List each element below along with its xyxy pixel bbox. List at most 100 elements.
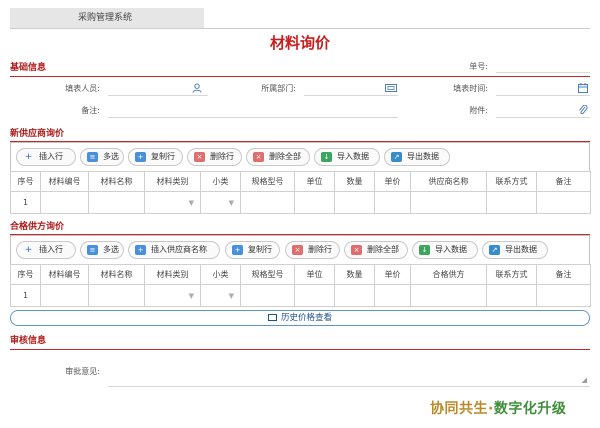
- table-row: 1 ▼ ▼: [10, 191, 591, 214]
- table-cell[interactable]: [410, 191, 487, 214]
- insert-supplier-icon: +: [135, 245, 146, 255]
- export-icon: ↗: [489, 245, 500, 255]
- delete-all-button[interactable]: × 删除全部: [344, 241, 408, 259]
- row-index: 1: [10, 284, 41, 307]
- column-header: 规格型号: [240, 171, 295, 192]
- column-header: 供应商名称: [410, 171, 487, 192]
- multi-select-button[interactable]: ≡ 多选: [80, 148, 124, 166]
- section-title-new-supplier: 新供应商询价: [10, 129, 65, 139]
- org-icon[interactable]: [385, 83, 397, 96]
- insert-row-button[interactable]: + 插入行: [16, 241, 76, 259]
- delete-all-button[interactable]: × 删除全部: [246, 148, 310, 166]
- category-select[interactable]: ▼: [144, 191, 201, 214]
- table-cell[interactable]: [410, 284, 487, 307]
- subcategory-select[interactable]: ▼: [200, 284, 241, 307]
- table-cell[interactable]: [240, 191, 295, 214]
- fill-time-field[interactable]: [496, 95, 590, 96]
- column-header: 材料类别: [144, 264, 201, 285]
- copy-row-button[interactable]: + 复制行: [225, 241, 280, 259]
- table-cell[interactable]: [536, 284, 591, 307]
- table-icon: [267, 314, 277, 321]
- section-title-qualified-supplier: 合格供方询价: [10, 222, 65, 232]
- plus-icon: +: [24, 152, 33, 162]
- column-header: 数量: [334, 264, 375, 285]
- table-row: 1 ▼ ▼: [10, 284, 591, 307]
- remark-label: 备注:: [81, 106, 100, 115]
- table-cell[interactable]: [294, 284, 335, 307]
- insert-row-button[interactable]: + 插入行: [16, 148, 76, 166]
- row-index: 1: [10, 191, 41, 214]
- brand-slogan-part1: 协同共生·: [430, 401, 494, 417]
- table-cell[interactable]: [374, 191, 411, 214]
- new-supplier-toolbar: + 插入行 ≡ 多选 + 复制行 × 删除行 × 删除全部 ↓ 导入数据 ↗ 导出数据: [10, 142, 590, 171]
- copy-icon: +: [232, 245, 243, 255]
- history-price-button[interactable]: 历史价格查看: [10, 310, 590, 326]
- table-cell[interactable]: [294, 191, 335, 214]
- column-header: 备注: [536, 171, 591, 192]
- table-cell[interactable]: [88, 191, 145, 214]
- section-title-basic: 基础信息: [10, 63, 47, 73]
- brand-slogan-part2: 数字化升级: [493, 401, 567, 417]
- department-field[interactable]: [304, 95, 398, 96]
- fill-time-label: 填表时间:: [453, 84, 488, 93]
- import-data-button[interactable]: ↓ 导入数据: [412, 241, 478, 259]
- section-divider-approval: [10, 349, 590, 350]
- table-cell[interactable]: [486, 191, 537, 214]
- column-header: 材料名称: [88, 264, 145, 285]
- qualified-supplier-table: 序号 材料编号 材料名称 材料类别 小类 规格型号 单位 数量 单价 合格供方 …: [10, 264, 591, 307]
- plus-icon: +: [24, 245, 33, 255]
- column-header: 材料名称: [88, 171, 145, 192]
- filler-label: 填表人员:: [65, 84, 100, 93]
- column-header: 备注: [536, 264, 591, 285]
- chevron-down-icon: ▼: [188, 198, 194, 207]
- chevron-down-icon: ▼: [228, 291, 234, 300]
- brand-slogan: 协同共生·数字化升级: [430, 398, 566, 418]
- tab-procurement-system[interactable]: 采购管理系统: [10, 8, 204, 28]
- delete-row-button[interactable]: × 删除行: [285, 241, 340, 259]
- table-cell[interactable]: [536, 191, 591, 214]
- table-cell[interactable]: [40, 191, 89, 214]
- tab-bar: 采购管理系统: [0, 0, 600, 30]
- remark-field[interactable]: [108, 117, 398, 118]
- approval-opinion-textarea[interactable]: ◢: [108, 363, 590, 387]
- copy-row-button[interactable]: + 复制行: [128, 148, 183, 166]
- trash-icon: ×: [194, 152, 205, 162]
- doc-no-field[interactable]: [496, 72, 590, 73]
- column-header: 材料编号: [40, 264, 89, 285]
- export-icon: ↗: [391, 152, 402, 162]
- section-title-approval: 审核信息: [10, 336, 47, 346]
- table-cell[interactable]: [486, 284, 537, 307]
- insert-supplier-button[interactable]: + 插入供应商名称: [128, 241, 220, 259]
- column-header: 数量: [334, 171, 375, 192]
- import-data-button[interactable]: ↓ 导入数据: [314, 148, 380, 166]
- paperclip-icon[interactable]: [578, 104, 588, 118]
- table-cell[interactable]: [334, 191, 375, 214]
- table-cell[interactable]: [374, 284, 411, 307]
- user-icon[interactable]: [192, 83, 202, 96]
- copy-icon: +: [135, 152, 146, 162]
- column-header: 序号: [10, 171, 41, 192]
- export-data-button[interactable]: ↗ 导出数据: [384, 148, 450, 166]
- column-header: 小类: [200, 171, 241, 192]
- column-header: 规格型号: [240, 264, 295, 285]
- table-cell[interactable]: [40, 284, 89, 307]
- delete-row-button[interactable]: × 删除行: [187, 148, 242, 166]
- export-data-button[interactable]: ↗ 导出数据: [482, 241, 548, 259]
- multi-select-button[interactable]: ≡ 多选: [80, 241, 124, 259]
- table-header-row: 序号 材料编号 材料名称 材料类别 小类 规格型号 单位 数量 单价 供应商名称…: [10, 171, 591, 192]
- subcategory-select[interactable]: ▼: [200, 191, 241, 214]
- department-label: 所属部门:: [261, 84, 296, 93]
- table-cell[interactable]: [240, 284, 295, 307]
- approval-opinion-label: 审批意见:: [65, 367, 100, 376]
- table-cell[interactable]: [334, 284, 375, 307]
- history-price-label: 历史价格查看: [280, 313, 332, 323]
- column-header: 合格供方: [410, 264, 487, 285]
- attachment-field[interactable]: [496, 117, 590, 118]
- column-header: 单价: [374, 264, 411, 285]
- resize-handle-icon[interactable]: ◢: [582, 376, 587, 384]
- table-cell[interactable]: [88, 284, 145, 307]
- multi-select-icon: ≡: [87, 245, 98, 255]
- chevron-down-icon: ▼: [188, 291, 194, 300]
- calendar-icon[interactable]: [578, 83, 588, 96]
- category-select[interactable]: ▼: [144, 284, 201, 307]
